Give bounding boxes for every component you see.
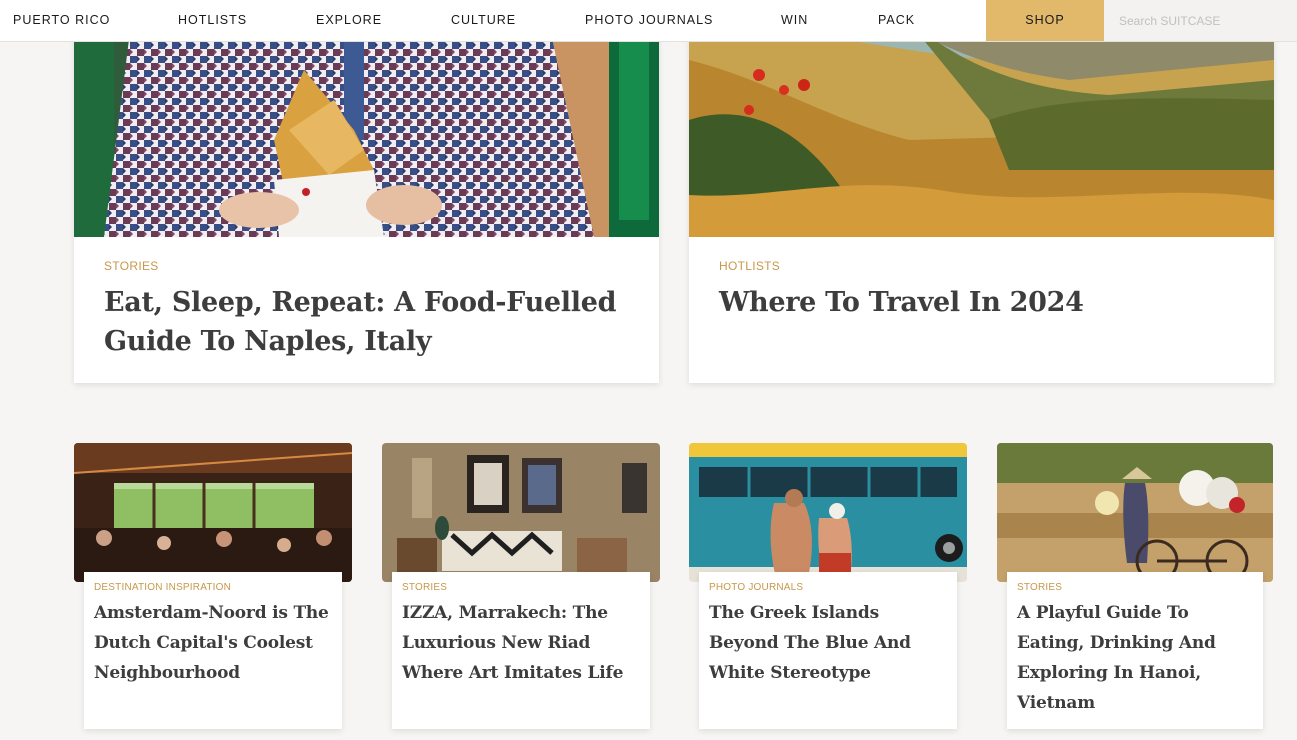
article-text-box: PHOTO JOURNALS The Greek Islands Beyond … [699, 572, 957, 729]
article-text-box: STORIES IZZA, Marrakech: The Luxurious N… [392, 572, 650, 729]
article-category[interactable]: DESTINATION INSPIRATION [94, 582, 231, 593]
featured-title[interactable]: Eat, Sleep, Repeat: A Food-Fuelled Guide… [104, 283, 634, 361]
nav-item-hotlists[interactable]: HOTLISTS [178, 0, 247, 41]
article-image-hanoi [997, 443, 1273, 582]
shop-button[interactable]: SHOP [986, 0, 1104, 41]
article-text-box: DESTINATION INSPIRATION Amsterdam-Noord … [84, 572, 342, 729]
featured-card-travel-2024[interactable]: HOTLISTS Where To Travel In 2024 [689, 0, 1274, 383]
article-category[interactable]: STORIES [1017, 582, 1062, 593]
article-card-greek-islands[interactable]: PHOTO JOURNALS The Greek Islands Beyond … [689, 443, 967, 740]
nav-item-explore[interactable]: EXPLORE [316, 0, 382, 41]
search-input[interactable] [1104, 0, 1297, 41]
featured-category[interactable]: STORIES [104, 259, 159, 273]
article-category[interactable]: STORIES [402, 582, 447, 593]
nav-item-win[interactable]: WIN [781, 0, 808, 41]
article-title[interactable]: IZZA, Marrakech: The Luxurious New Riad … [402, 598, 642, 688]
nav-item-puerto-rico[interactable]: PUERTO RICO [13, 0, 110, 41]
article-title[interactable]: Amsterdam-Noord is The Dutch Capital's C… [94, 598, 334, 688]
featured-card-naples[interactable]: STORIES Eat, Sleep, Repeat: A Food-Fuell… [74, 0, 659, 383]
article-text-box: STORIES A Playful Guide To Eating, Drink… [1007, 572, 1263, 729]
featured-category[interactable]: HOTLISTS [719, 259, 780, 273]
article-card-hanoi[interactable]: STORIES A Playful Guide To Eating, Drink… [997, 443, 1273, 740]
article-image-izza-marrakech [382, 443, 660, 582]
article-image-greek-islands [689, 443, 967, 582]
top-navigation: PUERTO RICO HOTLISTS EXPLORE CULTURE PHO… [0, 0, 1297, 42]
nav-item-pack[interactable]: PACK [878, 0, 915, 41]
article-category[interactable]: PHOTO JOURNALS [709, 582, 803, 593]
featured-title[interactable]: Where To Travel In 2024 [719, 283, 1249, 322]
article-card-amsterdam[interactable]: DESTINATION INSPIRATION Amsterdam-Noord … [74, 443, 352, 740]
article-card-izza-marrakech[interactable]: STORIES IZZA, Marrakech: The Luxurious N… [382, 443, 660, 740]
nav-item-culture[interactable]: CULTURE [451, 0, 516, 41]
article-title[interactable]: The Greek Islands Beyond The Blue And Wh… [709, 598, 949, 688]
article-image-amsterdam [74, 443, 352, 582]
article-title[interactable]: A Playful Guide To Eating, Drinking And … [1017, 598, 1257, 718]
nav-item-photo-journals[interactable]: PHOTO JOURNALS [585, 0, 713, 41]
